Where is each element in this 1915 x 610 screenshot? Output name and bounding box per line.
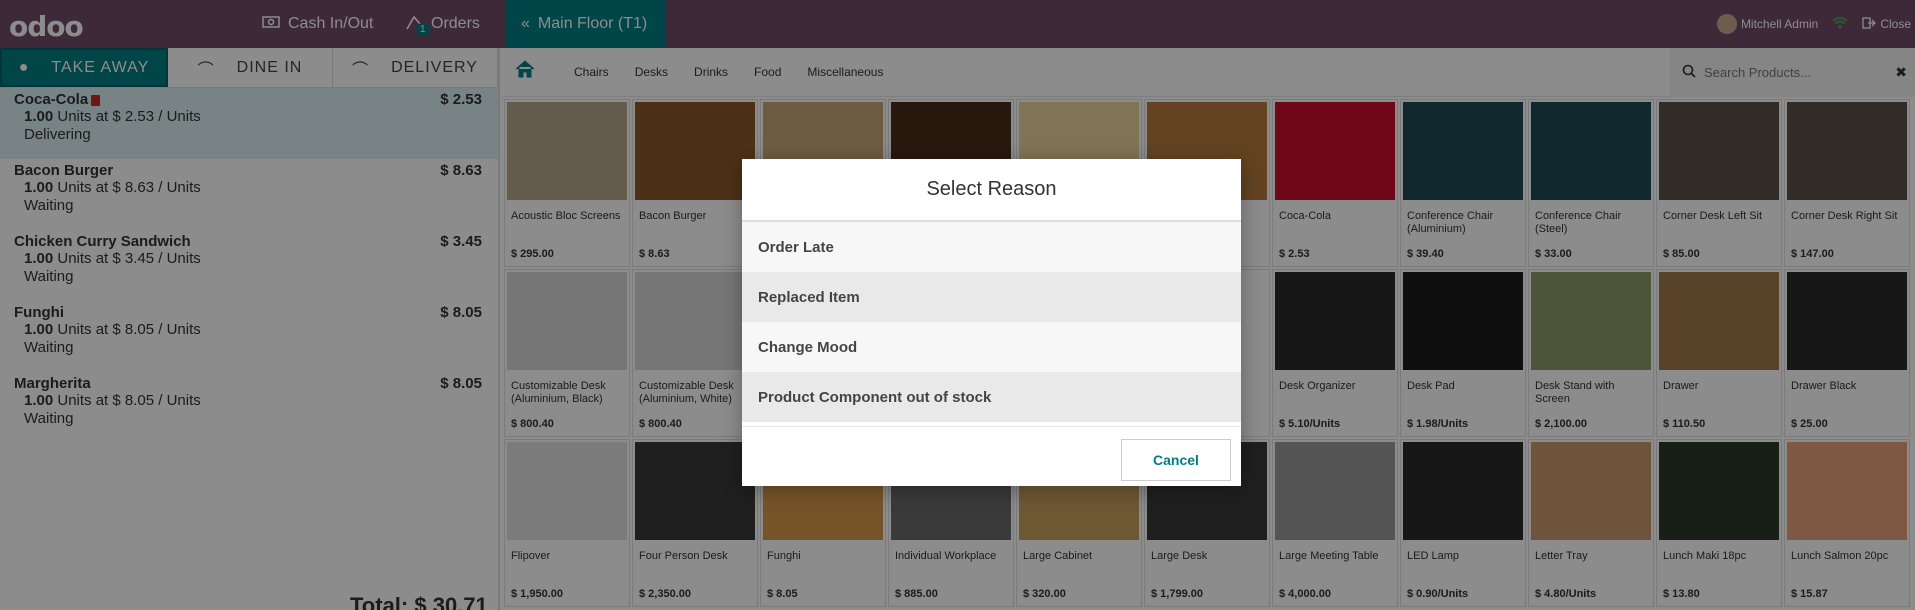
- reason-replaced-item[interactable]: Replaced Item: [742, 272, 1241, 322]
- cancel-button[interactable]: Cancel: [1121, 439, 1231, 481]
- pos-app: odoo Cash In/Out 1 Orders « Main Floor (…: [0, 0, 1915, 610]
- reason-out-of-stock[interactable]: Product Component out of stock: [742, 372, 1241, 422]
- reason-change-mood[interactable]: Change Mood: [742, 322, 1241, 372]
- dialog-title: Select Reason: [742, 159, 1241, 222]
- reason-order-late[interactable]: Order Late: [742, 222, 1241, 272]
- dialog-footer: Cancel: [742, 426, 1241, 486]
- select-reason-dialog: Select Reason Order Late Replaced Item C…: [742, 159, 1241, 486]
